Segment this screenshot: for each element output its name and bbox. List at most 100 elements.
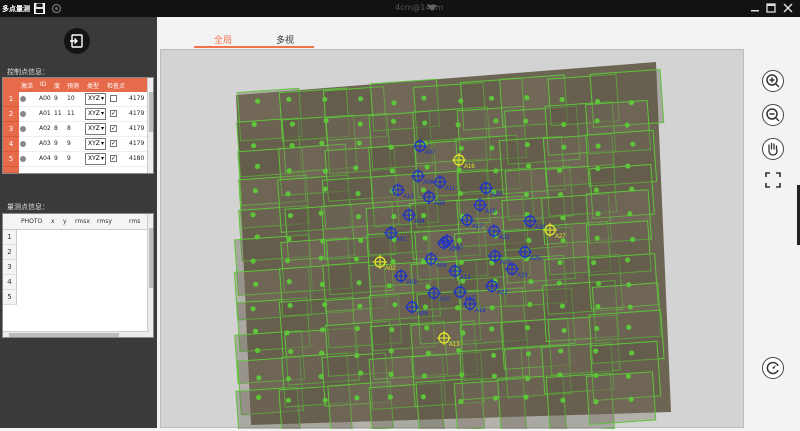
col-deg: 度 <box>54 83 61 90</box>
camera-center-dot <box>458 98 464 104</box>
type-value: XYZ <box>88 125 100 132</box>
point-label: A21 <box>499 235 510 241</box>
horizontal-scrollbar[interactable] <box>3 331 149 337</box>
camera-center-dot <box>386 283 392 289</box>
predict-value: 9 <box>67 155 71 162</box>
camera-center-dot <box>523 192 529 198</box>
minimize-button[interactable] <box>749 2 761 14</box>
orthophoto-canvas[interactable]: A07A16A06A11A12A09A20A19A04A17 A26A27A01A… <box>161 50 745 431</box>
point-label: A27 <box>555 234 566 240</box>
check-point-checkbox[interactable]: ✓ <box>110 140 117 147</box>
camera-center-dot <box>388 348 394 354</box>
camera-center-dot <box>255 98 261 104</box>
map-viewport[interactable]: A07 A16 A06 A11 A12 A09 A20 A19 A04 A17 A26 A27 A01 A… <box>160 49 745 431</box>
camera-center-dot <box>627 211 633 217</box>
check-point-checkbox[interactable] <box>110 95 117 102</box>
chevron-down-icon: ▾ <box>100 95 104 102</box>
camera-center-dot <box>391 100 397 106</box>
type-select[interactable]: XYZ ▾ <box>85 153 106 165</box>
camera-center-dot <box>560 397 566 403</box>
coord-value: 4179 <box>129 125 145 132</box>
table-row[interactable]: A02 8 8 XYZ ▾ ✓ 4179 <box>19 122 149 137</box>
camera-center-dot <box>285 397 292 403</box>
save-icon[interactable] <box>33 3 45 14</box>
camera-center-dot <box>286 236 292 242</box>
photo-footprint[interactable] <box>585 371 657 426</box>
control-point-table: 激活 ID 度 预测 类型 检查点 1 A00 9 10 XYZ ▾ 4179 2 A01 11 1… <box>2 77 154 174</box>
table-header: 激活 ID 度 预测 类型 检查点 <box>3 78 149 92</box>
camera-center-dot <box>320 238 326 244</box>
camera-center-dot <box>354 325 360 332</box>
camera-center-dot <box>286 168 292 174</box>
zoom-out-button[interactable] <box>762 104 784 126</box>
camera-center-dot <box>559 303 566 309</box>
table-row[interactable]: A00 9 10 XYZ ▾ 4179 <box>19 92 149 107</box>
active-radio[interactable] <box>20 96 26 102</box>
table-row[interactable]: A03 9 9 XYZ ▾ ✓ 4179 <box>19 137 149 152</box>
row-number: 5 <box>3 152 19 167</box>
view-tabs: 全局 多视 <box>160 28 744 48</box>
camera-center-dot <box>526 237 532 243</box>
row-number: 3 <box>3 260 17 275</box>
row-number: 5 <box>3 290 17 305</box>
camera-center-dot <box>524 325 531 331</box>
active-radio[interactable] <box>20 141 26 147</box>
close-button[interactable] <box>782 2 794 14</box>
predict-value: 9 <box>67 140 71 147</box>
type-select[interactable]: XYZ ▾ <box>85 93 106 105</box>
row-number: 4 <box>3 275 17 290</box>
vertical-scrollbar[interactable] <box>147 78 153 173</box>
camera-center-dot <box>286 278 292 285</box>
control-section-label: 控制点信息： <box>7 68 49 76</box>
fit-extent-button[interactable] <box>762 170 784 192</box>
camera-center-dot <box>387 394 394 400</box>
camera-center-dot <box>558 348 564 354</box>
tab-global[interactable]: 全局 <box>214 33 232 46</box>
camera-center-dot <box>357 303 363 309</box>
reset-view-button[interactable] <box>762 357 784 379</box>
camera-center-dot <box>559 96 565 103</box>
camera-center-dot <box>625 373 632 379</box>
camera-center-dot <box>284 258 291 264</box>
camera-center-dot <box>560 215 566 221</box>
camera-center-dot <box>254 234 260 240</box>
camera-center-dot <box>388 144 394 150</box>
camera-center-dot <box>628 396 634 402</box>
pan-button[interactable] <box>762 138 784 160</box>
point-label: A05 <box>417 311 428 317</box>
chevron-down-icon[interactable] <box>426 3 438 14</box>
settings-icon[interactable] <box>50 3 62 14</box>
pan-hand-icon <box>768 142 778 156</box>
zoom-in-button[interactable] <box>762 70 784 92</box>
camera-center-dot <box>322 168 329 174</box>
camera-center-dot <box>595 98 601 105</box>
type-select[interactable]: XYZ ▾ <box>85 108 106 120</box>
tab-underline <box>194 46 314 48</box>
table-row[interactable]: A01 11 11 XYZ ▾ ✓ 4179 <box>19 107 149 122</box>
camera-center-dot <box>558 191 564 198</box>
camera-center-dot <box>595 280 602 287</box>
camera-center-dot <box>561 121 567 128</box>
camera-center-dot <box>390 118 397 124</box>
check-point-checkbox[interactable]: ✓ <box>110 155 117 162</box>
table-row[interactable]: A04 9 9 XYZ ▾ ✓ 4180 <box>19 152 149 167</box>
active-radio[interactable] <box>20 156 26 162</box>
col-rmsx: rmsx <box>75 218 90 225</box>
exit-icon <box>70 34 83 48</box>
vertical-scrollbar[interactable] <box>147 214 153 337</box>
exit-button[interactable] <box>64 28 90 54</box>
maximize-button[interactable] <box>765 2 777 14</box>
camera-center-dot <box>422 120 428 126</box>
point-label: A18 <box>475 308 486 314</box>
camera-center-dot <box>421 95 427 101</box>
col-active: 激活 <box>21 83 34 90</box>
point-label: A20 <box>491 192 502 198</box>
active-radio[interactable] <box>20 126 26 132</box>
check-point-checkbox[interactable]: ✓ <box>110 110 117 117</box>
tab-multiview[interactable]: 多视 <box>276 33 294 46</box>
camera-center-dot <box>425 350 432 356</box>
type-select[interactable]: XYZ ▾ <box>85 123 106 135</box>
check-point-checkbox[interactable]: ✓ <box>110 125 117 132</box>
active-radio[interactable] <box>20 111 26 117</box>
type-select[interactable]: XYZ ▾ <box>85 138 106 150</box>
